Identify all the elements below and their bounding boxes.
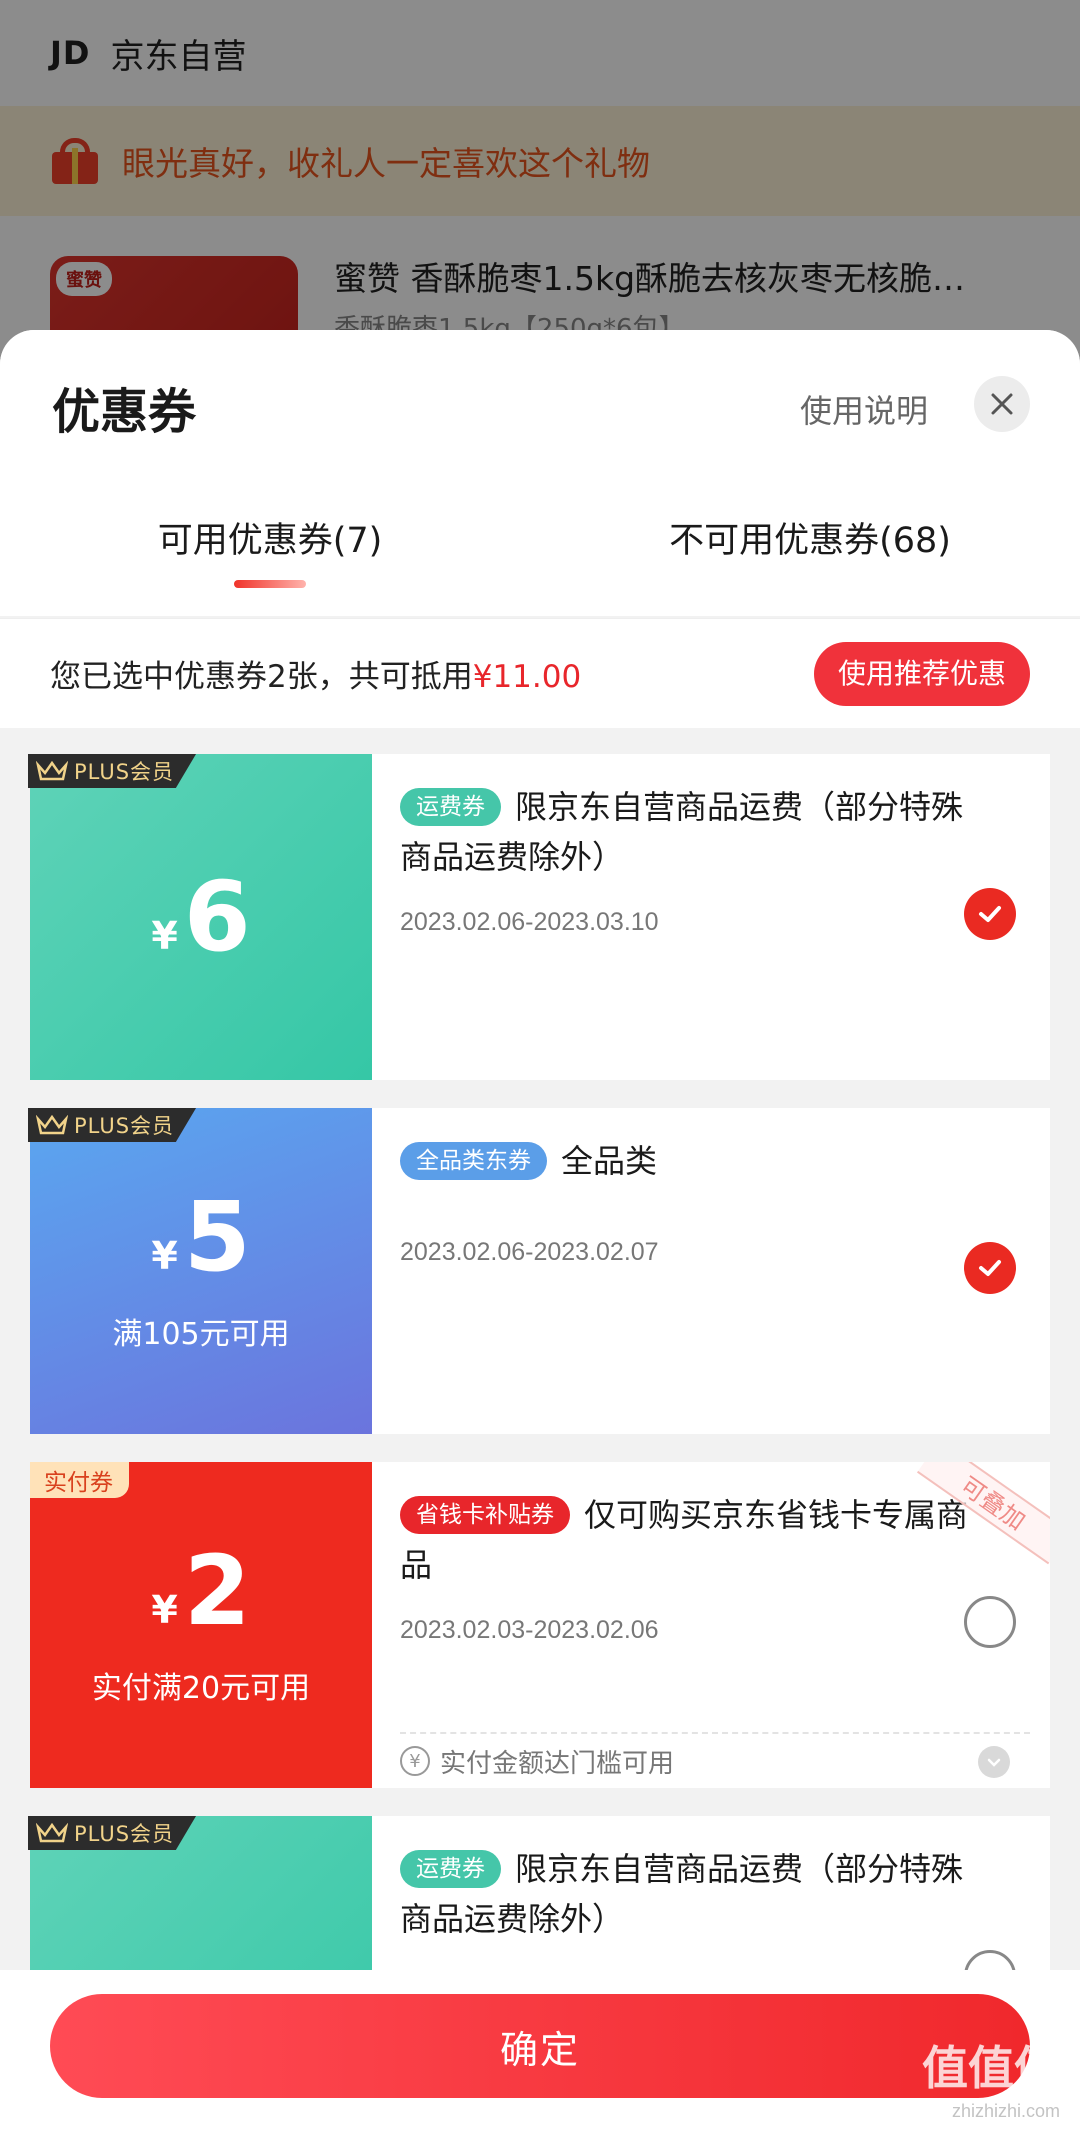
tab-available[interactable]: 可用优惠券(7) — [0, 512, 540, 592]
paid-coupon-tag: 实付券 — [30, 1462, 129, 1498]
coupon-sheet: 优惠券 使用说明 可用优惠券(7) 不可用优惠券(68) 您已选中优惠券2张，共… — [0, 330, 1080, 2130]
bottom-bar: 确定 值值值 zhizhizhi.com — [0, 1970, 1080, 2130]
yen-circle-icon: ¥ — [400, 1746, 430, 1776]
tag-label: PLUS会员 — [74, 1114, 175, 1138]
coupon-title: 运费券 限京东自营商品运费（部分特殊商品运费除外） — [400, 782, 1020, 882]
tag-label: PLUS会员 — [74, 1822, 175, 1846]
confirm-button[interactable]: 确定 — [50, 1994, 1030, 2098]
use-recommended-button[interactable]: 使用推荐优惠 — [813, 641, 1030, 706]
watermark: 值值值 — [922, 2041, 1060, 2095]
currency-symbol: ¥ — [151, 1234, 178, 1278]
summary-prefix: 您已选中优惠券2张，共可抵用 — [50, 659, 473, 695]
coupon-validity: 2023.02.06-2023.03.10 — [400, 908, 659, 936]
coupon-detail: 全品类东券 全品类 2023.02.06-2023.02.07 — [372, 1108, 1050, 1434]
tag-label: PLUS会员 — [74, 760, 175, 784]
coupon-value-panel: PLUS会员 ¥ 6 — [24, 754, 372, 1080]
coupon-footer[interactable]: ¥ 实付金额达门槛可用 — [400, 1732, 1030, 1788]
checkmark-icon — [979, 1260, 1001, 1276]
coupon-condition: 实付满20元可用 — [91, 1671, 311, 1706]
coupon-validity: 2023.02.06-2023.02.07 — [400, 1238, 659, 1266]
tab-label: 可用优惠券(7) — [157, 521, 383, 561]
selected-checkbox[interactable] — [964, 1242, 1016, 1294]
sheet-title: 优惠券 — [52, 384, 197, 440]
coupon-type-badge: 省钱卡补贴券 — [400, 1496, 570, 1534]
coupon-card[interactable]: PLUS会员 ¥ 5 满105元可用 全品类东券 全品类 2023.02.06-2… — [24, 1108, 1050, 1434]
tab-label: 不可用优惠券(68) — [669, 521, 951, 561]
coupon-detail: 可叠加 省钱卡补贴券 仅可购买京东省钱卡专属商品 2023.02.03-2023.… — [372, 1462, 1050, 1788]
close-icon — [991, 393, 1013, 415]
summary-text: 您已选中优惠券2张，共可抵用¥11.00 — [50, 651, 581, 696]
amount-value: 5 — [183, 1181, 251, 1293]
coupon-value-panel: PLUS会员 ¥ 5 满105元可用 — [24, 1108, 372, 1434]
plus-member-tag: PLUS会员 — [28, 754, 197, 788]
usage-instructions-link[interactable]: 使用说明 — [800, 386, 928, 432]
summary-amount: ¥11.00 — [472, 659, 582, 695]
checkmark-icon — [979, 906, 1001, 922]
watermark-url: zhizhizhi.com — [951, 2101, 1060, 2121]
coupon-title: 运费券 限京东自营商品运费（部分特殊商品运费除外） — [400, 1844, 1020, 1944]
selected-checkbox[interactable] — [964, 888, 1016, 940]
plus-member-tag: PLUS会员 — [28, 1816, 197, 1850]
coupon-value-panel: 实付券 ¥ 2 实付满20元可用 — [30, 1462, 372, 1788]
coupon-title: 省钱卡补贴券 仅可购买京东省钱卡专属商品 — [400, 1490, 1020, 1590]
coupon-validity: 2023.02.03-2023.02.06 — [400, 1616, 659, 1644]
coupon-list: PLUS会员 ¥ 6 运费券 限京东自营商品运费（部分特殊商品运费除外） 2023… — [0, 754, 1080, 2130]
coupon-amount: ¥ 6 — [151, 869, 250, 965]
unselected-radio[interactable] — [964, 1596, 1016, 1648]
currency-symbol: ¥ — [151, 1588, 178, 1632]
crown-icon — [35, 1114, 69, 1135]
amount-value: 6 — [183, 861, 251, 973]
coupon-footer-text: 实付金额达门槛可用 — [440, 1748, 675, 1779]
coupon-card[interactable]: PLUS会员 ¥ 6 运费券 限京东自营商品运费（部分特殊商品运费除外） 2023… — [24, 754, 1050, 1080]
coupon-type-badge: 全品类东券 — [400, 1142, 547, 1180]
coupon-type-badge: 运费券 — [400, 788, 501, 826]
amount-value: 2 — [183, 1535, 251, 1647]
coupon-card[interactable]: 实付券 ¥ 2 实付满20元可用 可叠加 省钱卡补贴券 仅可购买京东省钱卡专属商品… — [30, 1462, 1050, 1788]
coupon-title: 全品类东券 全品类 — [400, 1136, 1020, 1186]
crown-icon — [35, 760, 69, 781]
coupon-tabs: 可用优惠券(7) 不可用优惠券(68) — [0, 512, 1080, 592]
crown-icon — [35, 1822, 69, 1843]
coupon-type-badge: 运费券 — [400, 1850, 501, 1888]
currency-symbol: ¥ — [151, 914, 178, 958]
sheet-header: 优惠券 使用说明 可用优惠券(7) 不可用优惠券(68) — [0, 330, 1080, 616]
chevron-down-icon[interactable] — [978, 1746, 1010, 1778]
coupon-amount: ¥ 5 — [151, 1189, 250, 1285]
coupon-detail: 运费券 限京东自营商品运费（部分特殊商品运费除外） 2023.02.06-2023… — [372, 754, 1050, 1080]
active-tab-indicator — [234, 580, 306, 588]
coupon-title-text: 全品类 — [561, 1142, 658, 1180]
close-button[interactable] — [974, 376, 1030, 432]
plus-member-tag: PLUS会员 — [28, 1108, 197, 1142]
coupon-condition: 满105元可用 — [112, 1317, 290, 1352]
coupon-amount: ¥ 2 — [151, 1543, 250, 1639]
tab-unavailable[interactable]: 不可用优惠券(68) — [540, 512, 1080, 592]
selection-summary: 您已选中优惠券2张，共可抵用¥11.00 使用推荐优惠 — [0, 618, 1080, 728]
